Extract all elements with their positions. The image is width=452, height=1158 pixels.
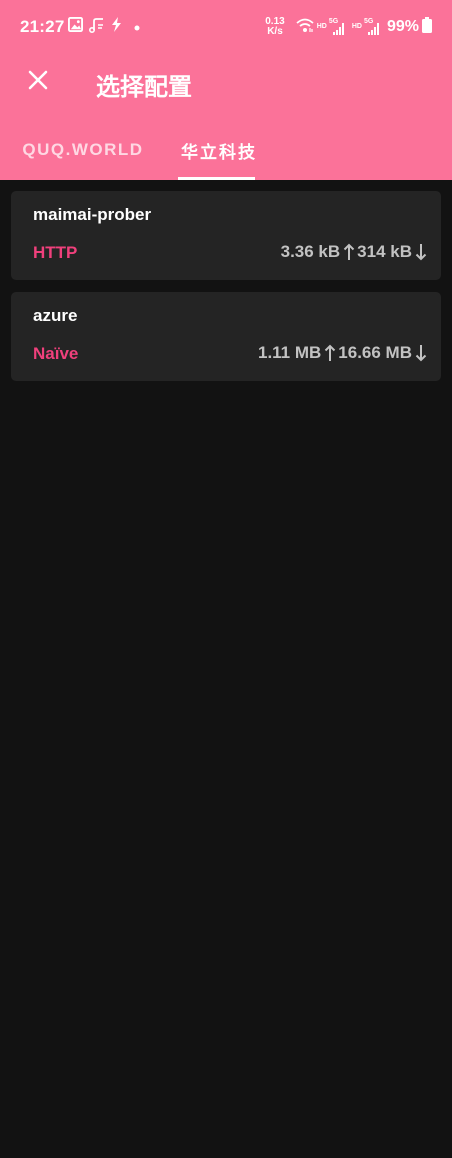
upload-amount: 1.11 MB (257, 343, 322, 362)
arrow-down-icon (415, 344, 427, 362)
dot-icon (134, 18, 140, 36)
status-time: 21:27 (20, 17, 65, 36)
status-bar: 21:27 0.13 K/s HD 5G HD 5G 99% (0, 0, 452, 56)
arrow-down-icon (415, 243, 427, 261)
notification-icons (68, 17, 140, 38)
music-icon (88, 17, 105, 38)
download-amount: 314 kB (357, 242, 412, 261)
profile-type: HTTP (33, 243, 78, 262)
signal-icon: 5G (329, 18, 346, 36)
profile-type: Naïve (33, 344, 79, 363)
profile-card[interactable]: azure Naïve 1.11 MB 16.66 MB (11, 292, 441, 381)
profile-traffic: 1.11 MB 16.66 MB (258, 343, 429, 363)
profile-name: azure (33, 306, 78, 325)
hd-label-1: HD (316, 23, 327, 30)
tab-indicator (178, 177, 255, 180)
arrow-up-icon (343, 243, 355, 261)
profile-name: maimai-prober (33, 205, 152, 224)
flash-icon (110, 17, 123, 37)
arrow-up-icon (324, 344, 336, 362)
profile-card[interactable]: maimai-prober HTTP 3.36 kB 314 kB (11, 191, 441, 280)
close-icon (28, 70, 48, 95)
close-button[interactable] (16, 60, 60, 104)
wifi-icon (296, 17, 314, 38)
status-indicators: 0.13 K/s HD 5G HD 5G 99% (265, 14, 432, 40)
battery-percent: 99% (386, 18, 419, 35)
image-icon (68, 17, 83, 37)
toolbar: 选择配置 (0, 56, 452, 112)
download-amount: 16.66 MB (338, 343, 412, 362)
signal-icon: 5G (364, 18, 381, 36)
network-speed: 0.13 K/s (265, 17, 284, 37)
hd-label-2: HD (351, 23, 362, 30)
network-speed-unit: K/s (267, 26, 283, 37)
page-title: 选择配置 (96, 74, 192, 101)
tab-huali-tech[interactable]: 华立科技 (166, 120, 272, 180)
tab-bar: QUQ.WORLD 华立科技 (0, 120, 452, 180)
tab-quq-world[interactable]: QUQ.WORLD (12, 120, 154, 180)
profile-traffic: 3.36 kB 314 kB (281, 242, 429, 262)
battery-icon (422, 16, 432, 38)
upload-amount: 3.36 kB (280, 242, 341, 261)
